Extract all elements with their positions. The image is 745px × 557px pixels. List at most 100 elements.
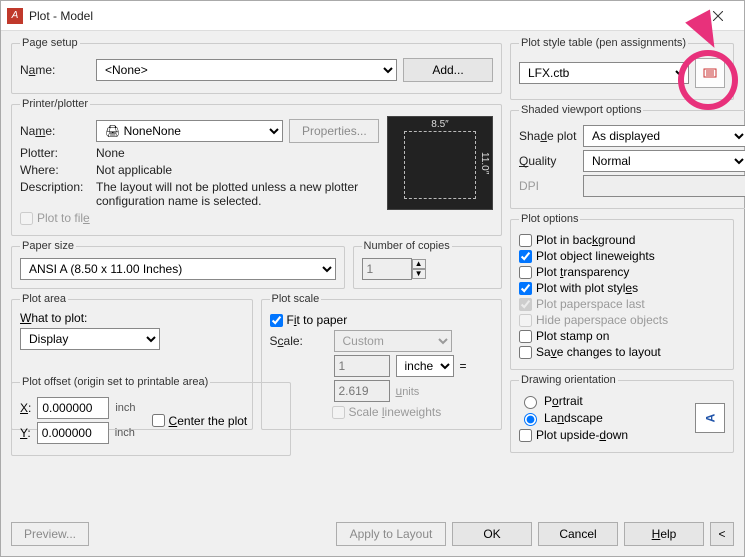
plot-options-legend: Plot options [519, 213, 580, 225]
plot-area-legend: Plot area [20, 293, 68, 305]
opt-pl-checkbox [519, 298, 532, 311]
quality-label: Quality [519, 154, 577, 168]
page-setup-legend: Page setup [20, 37, 80, 49]
landscape-label: Landscape [544, 411, 603, 425]
offset-x-input[interactable] [37, 397, 109, 419]
units-label: units [396, 384, 420, 398]
offset-x-label: X: [20, 401, 31, 415]
opt-lw-checkbox[interactable] [519, 250, 532, 263]
opt-so-checkbox[interactable] [519, 330, 532, 343]
plot-offset-group: Plot offset (origin set to printable are… [11, 376, 291, 456]
printer-name-label: Name: [20, 124, 90, 138]
preview-height: 11.0″ [479, 117, 490, 209]
page-setup-add-button[interactable]: Add... [403, 58, 493, 82]
what-to-plot-select[interactable]: Display [20, 328, 160, 350]
opt-ps-checkbox[interactable] [519, 282, 532, 295]
fit-to-paper-label: Fit to paper [287, 313, 348, 327]
footer: Preview... Apply to Layout OK Cancel Hel… [1, 516, 744, 556]
shade-plot-select[interactable]: As displayed [583, 125, 745, 147]
desc-value: The layout will not be plotted unless a … [96, 180, 379, 208]
upside-checkbox[interactable] [519, 429, 532, 442]
plot-style-select[interactable]: LFX.ctb [519, 62, 689, 84]
scale-num-input [334, 355, 390, 377]
plot-style-group: Plot style table (pen assignments) LFX.c… [510, 37, 734, 100]
plot-style-edit-button[interactable] [695, 58, 725, 88]
where-label: Where: [20, 163, 90, 177]
offset-x-unit: inch [115, 402, 135, 414]
printer-name-select[interactable]: 🖨 NoneNone [96, 120, 283, 142]
window-title: Plot - Model [29, 9, 698, 23]
opt-sc-label: Save changes to layout [536, 345, 661, 359]
opt-bg-checkbox[interactable] [519, 234, 532, 247]
scale-label: Scale: [270, 334, 328, 348]
opt-tr-label: Plot transparency [536, 265, 629, 279]
opt-lw-label: Plot object lineweights [536, 249, 655, 263]
collapse-button[interactable]: < [710, 522, 734, 546]
plot-scale-group: Plot scale Fit to paper Scale: Custom in… [261, 293, 503, 430]
opt-so-label: Plot stamp on [536, 329, 609, 343]
paper-size-group: Paper size ANSI A (8.50 x 11.00 Inches) [11, 240, 345, 289]
close-button[interactable] [698, 2, 738, 30]
titlebar: A Plot - Model [1, 1, 744, 31]
plot-style-legend: Plot style table (pen assignments) [519, 37, 688, 49]
copies-input [362, 258, 412, 280]
portrait-label: Portrait [544, 394, 583, 408]
paper-size-legend: Paper size [20, 240, 76, 252]
scale-lineweights-label: Scale lineweights [349, 405, 442, 419]
dpi-input [583, 175, 745, 197]
opt-ps-label: Plot with plot styles [536, 281, 638, 295]
plot-scale-legend: Plot scale [270, 293, 322, 305]
copies-spinner: ▲▼ [412, 259, 426, 279]
where-value: Not applicable [96, 163, 172, 177]
preview-width: 8.5″ [388, 119, 492, 130]
page-setup-name-label: Name: [20, 63, 90, 77]
printer-legend: Printer/plotter [20, 98, 90, 110]
printer-properties-button: Properties... [289, 119, 379, 143]
offset-y-unit: inch [115, 427, 135, 439]
shaded-legend: Shaded viewport options [519, 104, 643, 116]
plot-offset-legend: Plot offset (origin set to printable are… [20, 376, 210, 388]
opt-hp-checkbox [519, 314, 532, 327]
scale-unit-select[interactable]: inches [396, 355, 454, 377]
ok-button[interactable]: OK [452, 522, 532, 546]
opt-sc-checkbox[interactable] [519, 346, 532, 359]
help-button[interactable]: Help [624, 522, 704, 546]
copies-group: Number of copies ▲▼ [353, 240, 502, 289]
apply-to-layout-button: Apply to Layout [336, 522, 446, 546]
center-plot-label: Center the plot [169, 414, 248, 428]
opt-hp-label: Hide paperspace objects [536, 313, 668, 327]
equals-label: = [460, 359, 467, 373]
opt-pl-label: Plot paperspace last [536, 297, 645, 311]
center-plot-checkbox[interactable] [152, 414, 165, 427]
plotter-value: None [96, 146, 125, 160]
printer-group: Printer/plotter Name: 🖨 NoneNone Propert… [11, 98, 502, 236]
portrait-radio[interactable] [524, 396, 537, 409]
scale-denom-input [334, 380, 390, 402]
orientation-legend: Drawing orientation [519, 374, 618, 386]
cancel-button[interactable]: Cancel [538, 522, 618, 546]
opt-tr-checkbox[interactable] [519, 266, 532, 279]
plot-dialog: A Plot - Model Page setup Name: <None> A… [0, 0, 745, 557]
plot-to-file-checkbox [20, 212, 33, 225]
plot-style-edit-icon [702, 65, 718, 81]
page-setup-name-select[interactable]: <None> [96, 59, 397, 81]
plot-to-file-label: Plot to file [37, 211, 90, 225]
offset-y-label: Y: [20, 426, 31, 440]
copies-legend: Number of copies [362, 240, 452, 252]
offset-y-input[interactable] [37, 422, 109, 444]
paper-size-select[interactable]: ANSI A (8.50 x 11.00 Inches) [20, 258, 336, 280]
opt-bg-label: Plot in background [536, 233, 635, 247]
what-to-plot-label: What to plot: [20, 311, 244, 325]
printer-preview: 8.5″ 11.0″ [387, 116, 493, 210]
app-icon: A [7, 8, 23, 24]
upside-label: Plot upside-down [536, 428, 628, 442]
plot-options-group: Plot options Plot in background Plot obj… [510, 213, 734, 370]
quality-select[interactable]: Normal [583, 150, 745, 172]
scale-select: Custom [334, 330, 452, 352]
preview-button: Preview... [11, 522, 89, 546]
landscape-radio[interactable] [524, 413, 537, 426]
scale-lineweights-checkbox [332, 406, 345, 419]
orientation-group: Drawing orientation Portrait Landscape P… [510, 374, 734, 453]
page-setup-group: Page setup Name: <None> Add... [11, 37, 502, 94]
fit-to-paper-checkbox[interactable] [270, 314, 283, 327]
